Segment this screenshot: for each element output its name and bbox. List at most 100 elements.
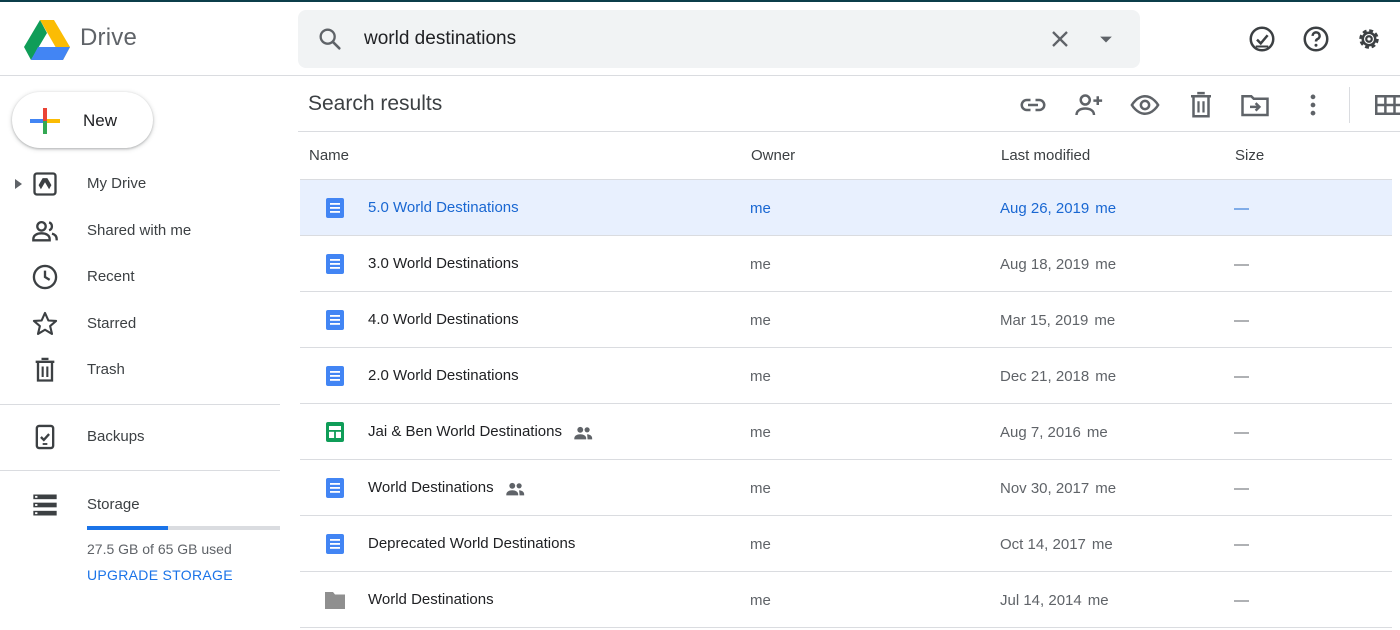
modified-date: Jul 14, 2014: [1000, 592, 1082, 609]
file-last-modified: Aug 7, 2016 me: [1000, 424, 1108, 441]
sidebar-item-my-drive[interactable]: My Drive: [0, 162, 280, 206]
sidebar-item-starred[interactable]: Starred: [0, 302, 280, 346]
sidebar-item-backups[interactable]: Backups: [0, 415, 280, 459]
file-owner: me: [750, 480, 771, 497]
file-row[interactable]: 5.0 World Destinations me Aug 26, 2019 me —: [300, 180, 1392, 236]
column-header-owner[interactable]: Owner: [751, 147, 795, 164]
file-name: World Destinations: [368, 479, 494, 496]
file-row[interactable]: World Destinations me Jul 14, 2014 me —: [300, 572, 1392, 628]
modified-date: Mar 15, 2019: [1000, 312, 1089, 329]
file-row[interactable]: 3.0 World Destinations me Aug 18, 2019 me —: [300, 236, 1392, 292]
google-docs-icon: [324, 253, 346, 275]
google-docs-icon: [324, 533, 346, 555]
file-size: —: [1234, 592, 1249, 609]
file-last-modified: Mar 15, 2019 me: [1000, 312, 1115, 329]
column-header-name[interactable]: Name: [309, 147, 349, 164]
file-owner: me: [750, 368, 771, 385]
sidebar-item-label: Storage: [87, 496, 140, 513]
page-title: Search results: [308, 92, 443, 115]
my-drive-icon: [33, 172, 57, 196]
sidebar-item-recent[interactable]: Recent: [0, 255, 280, 299]
file-owner: me: [750, 312, 771, 329]
sidebar-item-trash[interactable]: Trash: [0, 348, 280, 392]
file-size: —: [1234, 256, 1249, 273]
storage-used-text: 27.5 GB of 65 GB used: [87, 541, 232, 557]
shared-people-icon: [572, 422, 594, 444]
expand-arrow-icon[interactable]: [12, 177, 24, 191]
file-name: 3.0 World Destinations: [368, 255, 519, 272]
sidebar-divider: [0, 470, 280, 471]
sidebar-item-label: My Drive: [87, 175, 147, 192]
sidebar-item-label: Starred: [87, 315, 137, 332]
modified-date: Aug 7, 2016: [1000, 424, 1081, 441]
trash-icon[interactable]: [1186, 90, 1216, 120]
column-header-last-modified[interactable]: Last modified: [1001, 147, 1090, 164]
toolbar-divider: [1349, 87, 1350, 123]
file-owner: me: [750, 256, 771, 273]
header: Drive: [0, 2, 1400, 76]
storage-usage-bar: [87, 526, 280, 530]
google-docs-icon: [324, 365, 346, 387]
search-icon[interactable]: [316, 25, 344, 53]
file-row[interactable]: 4.0 World Destinations me Mar 15, 2019 me —: [300, 292, 1392, 348]
file-last-modified: Oct 14, 2017 me: [1000, 536, 1113, 553]
search-input[interactable]: [364, 26, 1024, 52]
file-size: —: [1234, 424, 1249, 441]
file-name: 2.0 World Destinations: [368, 367, 519, 384]
new-button[interactable]: New: [12, 92, 153, 148]
settings-icon[interactable]: [1354, 24, 1384, 54]
link-icon[interactable]: [1018, 90, 1048, 120]
move-to-folder-icon[interactable]: [1240, 90, 1270, 120]
modified-by: me: [1091, 536, 1113, 553]
file-row[interactable]: Jai & Ben World Destinations me Aug 7, 201…: [300, 404, 1392, 460]
sidebar-item-label: Recent: [87, 268, 135, 285]
modified-by: me: [1086, 424, 1108, 441]
backup-icon: [35, 424, 55, 450]
help-icon[interactable]: [1301, 24, 1331, 54]
drive-logo-icon[interactable]: [24, 20, 70, 60]
file-size: —: [1234, 200, 1249, 217]
sidebar-item-label: Backups: [87, 428, 145, 445]
star-icon: [32, 311, 58, 335]
file-name: Deprecated World Destinations: [368, 535, 576, 552]
file-row[interactable]: World Destinations me Nov 30, 2017 me —: [300, 460, 1392, 516]
share-icon[interactable]: [1074, 90, 1104, 120]
more-vert-icon[interactable]: [1298, 90, 1328, 120]
modified-by: me: [1095, 480, 1117, 497]
file-row[interactable]: 2.0 World Destinations me Dec 21, 2018 me —: [300, 348, 1392, 404]
column-header-size[interactable]: Size: [1235, 147, 1264, 164]
google-docs-icon: [324, 197, 346, 219]
search-bar[interactable]: [298, 10, 1140, 68]
google-docs-icon: [324, 309, 346, 331]
file-owner: me: [750, 592, 771, 609]
modified-date: Oct 14, 2017: [1000, 536, 1086, 553]
google-docs-icon: [324, 477, 346, 499]
sidebar-divider: [0, 404, 280, 405]
modified-date: Aug 18, 2019: [1000, 256, 1090, 273]
search-options-dropdown-icon[interactable]: [1092, 25, 1120, 53]
file-row[interactable]: Deprecated World Destinations me Oct 14, 2…: [300, 516, 1392, 572]
upgrade-storage-link[interactable]: UPGRADE STORAGE: [87, 567, 233, 583]
new-button-label: New: [83, 111, 118, 130]
file-name: World Destinations: [368, 591, 494, 608]
file-owner: me: [750, 424, 771, 441]
sidebar-item-shared-with-me[interactable]: Shared with me: [0, 209, 280, 253]
storage-icon: [33, 494, 57, 516]
file-list: 5.0 World Destinations me Aug 26, 2019 me —3…: [300, 180, 1392, 628]
ready-for-offline-icon[interactable]: [1247, 24, 1277, 54]
close-icon[interactable]: [1046, 25, 1074, 53]
modified-by: me: [1094, 312, 1116, 329]
app-title: Drive: [80, 24, 138, 51]
people-icon: [32, 220, 58, 242]
modified-by: me: [1095, 256, 1117, 273]
file-last-modified: Nov 30, 2017 me: [1000, 480, 1116, 497]
modified-by: me: [1087, 592, 1109, 609]
file-owner: me: [750, 536, 771, 553]
sidebar-item-storage[interactable]: Storage: [0, 483, 280, 527]
file-name: 4.0 World Destinations: [368, 311, 519, 328]
shared-people-icon: [504, 478, 526, 500]
file-last-modified: Aug 26, 2019 me: [1000, 200, 1116, 217]
grid-view-icon[interactable]: [1375, 90, 1400, 120]
file-owner: me: [750, 200, 771, 217]
preview-icon[interactable]: [1130, 90, 1160, 120]
